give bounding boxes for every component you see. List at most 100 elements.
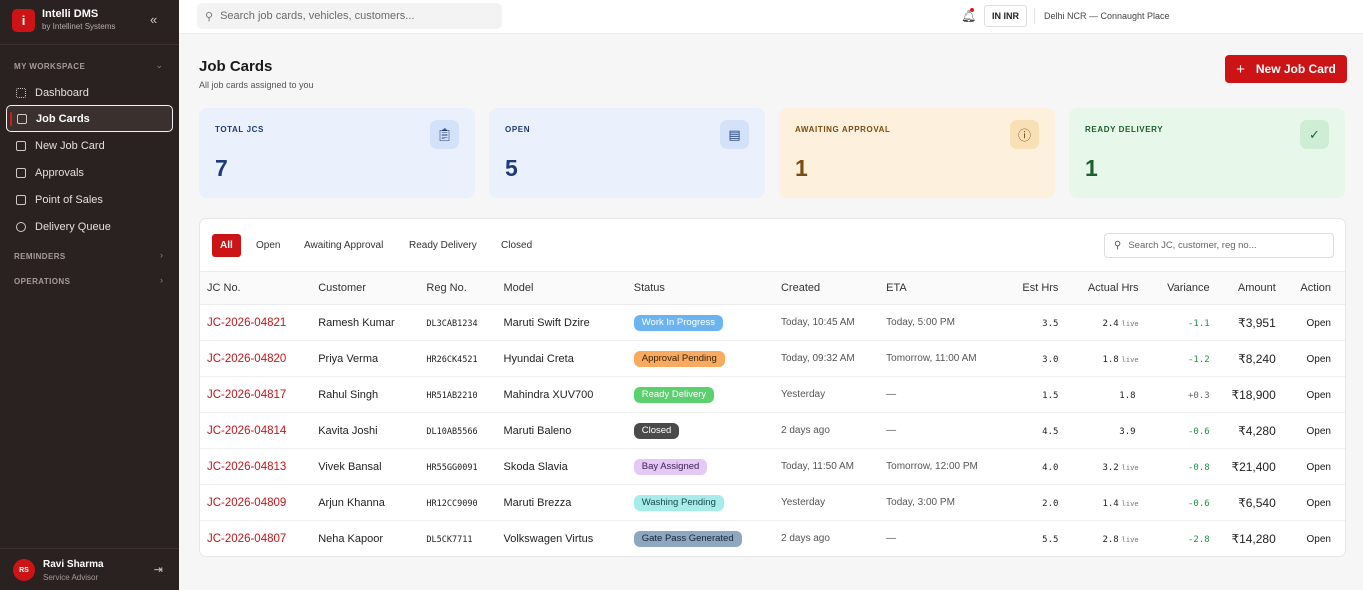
clipboard-icon bbox=[17, 113, 27, 124]
created-time: Today, 11:50 AM bbox=[780, 461, 854, 472]
new-job-card-button[interactable]: + New Job Card bbox=[1225, 55, 1347, 83]
sidebar-item-job-cards[interactable]: Job Cards bbox=[6, 105, 173, 132]
amount: ₹4,280 bbox=[1238, 423, 1276, 438]
eta-time: Today, 3:00 PM bbox=[886, 497, 955, 508]
sidebar-item-point-of-sales[interactable]: Point of Sales bbox=[6, 186, 173, 213]
table-search-input[interactable] bbox=[1128, 240, 1324, 251]
open-action-link[interactable]: Open bbox=[1307, 318, 1331, 329]
open-action-link[interactable]: Open bbox=[1307, 354, 1331, 365]
status-badge: Bay Assigned bbox=[633, 458, 708, 475]
customer-name: Priya Verma bbox=[318, 352, 379, 365]
sidebar-item-approvals[interactable]: Approvals bbox=[6, 159, 173, 186]
job-cards-panel: All Open Awaiting Approval Ready Deliver… bbox=[199, 218, 1346, 557]
open-action-link[interactable]: Open bbox=[1307, 390, 1331, 401]
section-reminders[interactable]: REMINDERS bbox=[14, 252, 66, 261]
column-header-model[interactable]: Model bbox=[504, 272, 634, 305]
open-action-link[interactable]: Open bbox=[1307, 534, 1331, 545]
stat-card-awaiting-approval[interactable]: AWAITING APPROVAL 1 ⓘ bbox=[779, 108, 1055, 198]
variance: -0.6 bbox=[1187, 426, 1210, 437]
est-hrs: 2.0 bbox=[1042, 498, 1059, 509]
created-time: Today, 09:32 AM bbox=[780, 353, 855, 364]
column-header-status[interactable]: Status bbox=[634, 272, 781, 305]
customer-name: Kavita Joshi bbox=[318, 424, 378, 437]
page-subtitle: All job cards assigned to you bbox=[199, 80, 314, 90]
sidebar-item-label: New Job Card bbox=[35, 139, 105, 152]
global-search[interactable]: ⚲ bbox=[197, 3, 502, 29]
variance: +0.3 bbox=[1187, 390, 1210, 401]
sidebar-item-delivery-queue[interactable]: Delivery Queue bbox=[6, 213, 173, 240]
status-badge: Approval Pending bbox=[633, 350, 725, 367]
actual-hrs: 2.8 bbox=[1102, 534, 1119, 545]
sidebar-item-new-job-card[interactable]: New Job Card bbox=[6, 132, 173, 159]
double-chevron-left-icon[interactable]: « bbox=[150, 13, 157, 26]
eta-time: Tomorrow, 11:00 AM bbox=[886, 353, 977, 364]
filter-tab-open[interactable]: Open bbox=[248, 234, 288, 257]
global-search-input[interactable] bbox=[220, 10, 491, 22]
table-row[interactable]: JC-2026-04817 Rahul Singh HR51AB2210 Mah… bbox=[200, 377, 1345, 413]
open-action-link[interactable]: Open bbox=[1307, 498, 1331, 509]
filter-tab-ready-delivery[interactable]: Ready Delivery bbox=[401, 234, 485, 257]
location-selector[interactable]: Delhi NCR — Connaught Place bbox=[1044, 11, 1170, 21]
section-operations[interactable]: OPERATIONS bbox=[14, 277, 70, 286]
reg-number: DL10AB5566 bbox=[426, 426, 478, 437]
column-header-created[interactable]: Created bbox=[781, 272, 886, 305]
table-row[interactable]: JC-2026-04821 Ramesh Kumar DL3CAB1234 Ma… bbox=[200, 305, 1345, 341]
created-time: Today, 10:45 AM bbox=[780, 317, 855, 328]
jc-number-link[interactable]: JC-2026-04807 bbox=[207, 533, 286, 545]
column-header-customer[interactable]: Customer bbox=[318, 272, 426, 305]
stat-card-open[interactable]: OPEN 5 ▤ bbox=[489, 108, 765, 198]
filter-tab-awaiting-approval[interactable]: Awaiting Approval bbox=[296, 234, 391, 257]
reg-number: HR51AB2210 bbox=[426, 390, 478, 401]
column-header-amount[interactable]: Amount bbox=[1210, 272, 1276, 305]
logout-icon[interactable]: ⇥ bbox=[154, 563, 163, 576]
sidebar-item-dashboard[interactable]: Dashboard bbox=[6, 79, 173, 106]
table-row[interactable]: JC-2026-04820 Priya Verma HR26CK4521 Hyu… bbox=[200, 341, 1345, 377]
jc-number-link[interactable]: JC-2026-04814 bbox=[207, 425, 286, 437]
open-action-link[interactable]: Open bbox=[1307, 462, 1331, 473]
chevron-down-icon[interactable]: ⌄ bbox=[155, 60, 163, 71]
table-search[interactable]: ⚲ bbox=[1104, 233, 1334, 258]
customer-name: Arjun Khanna bbox=[318, 496, 385, 509]
table-row[interactable]: JC-2026-04814 Kavita Joshi DL10AB5566 Ma… bbox=[200, 413, 1345, 449]
brand-name: Intelli DMS bbox=[42, 8, 99, 20]
eta-time: — bbox=[886, 533, 897, 544]
jc-number-link[interactable]: JC-2026-04821 bbox=[207, 317, 286, 329]
jc-number-link[interactable]: JC-2026-04817 bbox=[207, 389, 286, 401]
column-header-reg-no[interactable]: Reg No. bbox=[426, 272, 503, 305]
stat-card-total-jcs[interactable]: TOTAL JCS 7 📋︎ bbox=[199, 108, 475, 198]
column-header-est-hrs[interactable]: Est Hrs bbox=[996, 272, 1058, 305]
est-hrs: 4.5 bbox=[1042, 426, 1059, 437]
notification-dot bbox=[970, 8, 974, 12]
open-action-link[interactable]: Open bbox=[1307, 426, 1331, 437]
filter-tab-all[interactable]: All bbox=[212, 234, 241, 257]
jc-number-link[interactable]: JC-2026-04820 bbox=[207, 353, 286, 365]
stat-label: READY DELIVERY bbox=[1085, 125, 1164, 134]
column-header-actual-hrs[interactable]: Actual Hrs bbox=[1058, 272, 1139, 305]
divider bbox=[1034, 8, 1035, 24]
chevron-right-icon[interactable]: › bbox=[160, 275, 163, 285]
currency-selector[interactable]: IN INR bbox=[984, 5, 1027, 27]
top-bar: ⚲ bbox=[179, 0, 1363, 34]
filter-tab-closed[interactable]: Closed bbox=[493, 234, 540, 257]
sidebar-divider bbox=[0, 44, 179, 45]
live-indicator: live bbox=[1121, 463, 1139, 472]
column-header-jc-no[interactable]: JC No. bbox=[200, 272, 318, 305]
table-row[interactable]: JC-2026-04809 Arjun Khanna HR12CC9090 Ma… bbox=[200, 485, 1345, 521]
table-row[interactable]: JC-2026-04807 Neha Kapoor DL5CK7711 Volk… bbox=[200, 521, 1345, 556]
search-icon: ⚲ bbox=[1114, 240, 1122, 251]
est-hrs: 5.5 bbox=[1042, 534, 1059, 545]
stat-value: 1 bbox=[795, 155, 808, 181]
jc-number-link[interactable]: JC-2026-04813 bbox=[207, 461, 286, 473]
bell-icon[interactable]: 🔔︎ bbox=[961, 9, 976, 23]
sidebar-item-label: Job Cards bbox=[36, 112, 90, 125]
brand[interactable]: i Intelli DMS by Intellinet Systems bbox=[12, 8, 115, 32]
column-header-eta[interactable]: ETA bbox=[886, 272, 996, 305]
section-my-workspace[interactable]: MY WORKSPACE bbox=[14, 62, 85, 71]
amount: ₹3,951 bbox=[1238, 315, 1276, 330]
jc-number-link[interactable]: JC-2026-04809 bbox=[207, 497, 286, 509]
stat-card-ready-delivery[interactable]: READY DELIVERY 1 ✓ bbox=[1069, 108, 1345, 198]
column-header-variance[interactable]: Variance bbox=[1139, 272, 1210, 305]
avatar[interactable]: RS bbox=[13, 559, 35, 581]
table-row[interactable]: JC-2026-04813 Vivek Bansal HR55GG0091 Sk… bbox=[200, 449, 1345, 485]
chevron-right-icon[interactable]: › bbox=[160, 250, 163, 260]
